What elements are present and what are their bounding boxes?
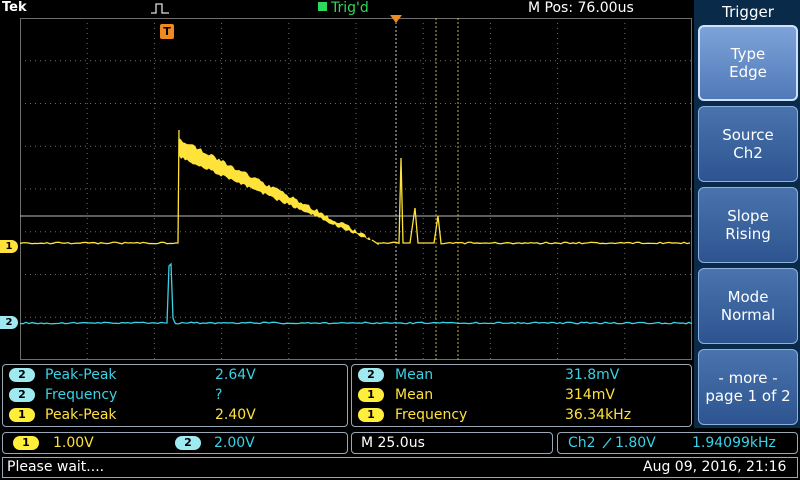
ch2-reference-marker[interactable]: 2 [0, 316, 18, 329]
channel-badge: 1 [9, 408, 35, 422]
measurement-value: 2.40V [215, 406, 256, 425]
brand-label: Tek [2, 0, 27, 15]
measurement-value: ? [215, 386, 222, 405]
measurement-name: Mean [395, 366, 433, 385]
status-message: Please wait.... [7, 458, 104, 477]
trigger-frequency: 1.94099kHz [692, 433, 776, 453]
graticule-grid [20, 18, 692, 360]
date-time: Aug 09, 2016, 21:16 [643, 458, 786, 477]
menu-button-mode-value: Normal [721, 306, 775, 324]
menu-button-slope-label: Slope [727, 207, 769, 225]
menu-button-source-value: Ch2 [733, 144, 763, 162]
menu-button-slope-value: Rising [725, 225, 771, 243]
channel-badge: 1 [358, 388, 384, 402]
menu-button-more[interactable]: - more - page 1 of 2 [698, 349, 798, 425]
menu-button-type-label: Type [731, 45, 765, 63]
menu-button-more-label: - more - [718, 369, 777, 387]
trigger-pulse-icon [150, 1, 170, 15]
ch1-badge: 1 [13, 436, 39, 450]
menu-button-mode[interactable]: Mode Normal [698, 268, 798, 344]
timebase-value: M 25.0us [361, 433, 425, 453]
channel-badge: 2 [358, 368, 384, 382]
ch1-waveform [20, 130, 690, 244]
measurement-row: 2 Frequency ? [3, 386, 349, 405]
channel-badge: 2 [9, 368, 35, 382]
measurement-value: 36.34kHz [565, 406, 631, 425]
menu-button-type-value: Edge [729, 63, 767, 81]
vertical-scale-readout[interactable]: 1 1.00V 2 2.00V [2, 432, 348, 454]
message-bar: Please wait.... Aug 09, 2016, 21:16 [2, 457, 798, 478]
measurement-row: 2 Peak-Peak 2.64V [3, 366, 349, 385]
ch1-waveform-ripple [179, 138, 371, 241]
channel-badge: 1 [358, 408, 384, 422]
measurement-name: Frequency [45, 386, 117, 405]
measurement-name: Frequency [395, 406, 467, 425]
ch2-scale: 2.00V [214, 433, 255, 453]
measurement-row: 1 Peak-Peak 2.40V [3, 406, 349, 425]
rising-edge-icon [602, 437, 612, 449]
measurement-name: Peak-Peak [45, 406, 117, 425]
measurement-name: Mean [395, 386, 433, 405]
ch1-reference-marker[interactable]: 1 [0, 240, 18, 253]
timebase-readout[interactable]: M 25.0us [351, 432, 553, 454]
menu-title: Trigger [696, 3, 800, 21]
measurement-value: 314mV [565, 386, 615, 405]
measurement-row: 1 Frequency 36.34kHz [352, 406, 693, 425]
menu-button-source-label: Source [722, 126, 774, 144]
menu-button-mode-label: Mode [728, 288, 769, 306]
trigger-position-pointer-icon [389, 14, 403, 24]
ch1-scale: 1.00V [53, 433, 94, 453]
horizontal-position-readout: M Pos: 76.00us [528, 0, 634, 16]
trigger-readout[interactable]: Ch2 1.80V 1.94099kHz [557, 432, 798, 454]
measurement-row: 1 Mean 314mV [352, 386, 693, 405]
menu-button-slope[interactable]: Slope Rising [698, 187, 798, 263]
trigger-source: Ch2 [568, 433, 596, 453]
measurement-name: Peak-Peak [45, 366, 117, 385]
measurement-panel-right: 2 Mean 31.8mV 1 Mean 314mV 1 Frequency 3… [351, 364, 692, 427]
trigger-state-icon [318, 2, 327, 11]
measurement-value: 31.8mV [565, 366, 619, 385]
channel-badge: 2 [9, 388, 35, 402]
measurement-value: 2.64V [215, 366, 256, 385]
measurement-panel-left: 2 Peak-Peak 2.64V 2 Frequency ? 1 Peak-P… [2, 364, 348, 427]
trigger-state-label: Trig'd [331, 0, 369, 16]
menu-button-type[interactable]: Type Edge [698, 25, 798, 101]
trigger-state: Trig'd [318, 0, 369, 16]
ch2-badge: 2 [175, 436, 201, 450]
trigger-level: 1.80V [615, 433, 656, 453]
measurement-row: 2 Mean 31.8mV [352, 366, 693, 385]
trigger-time-marker[interactable]: T [160, 24, 174, 39]
menu-button-source[interactable]: Source Ch2 [698, 106, 798, 182]
waveform-display[interactable] [20, 18, 692, 360]
menu-button-more-page: page 1 of 2 [705, 387, 790, 405]
